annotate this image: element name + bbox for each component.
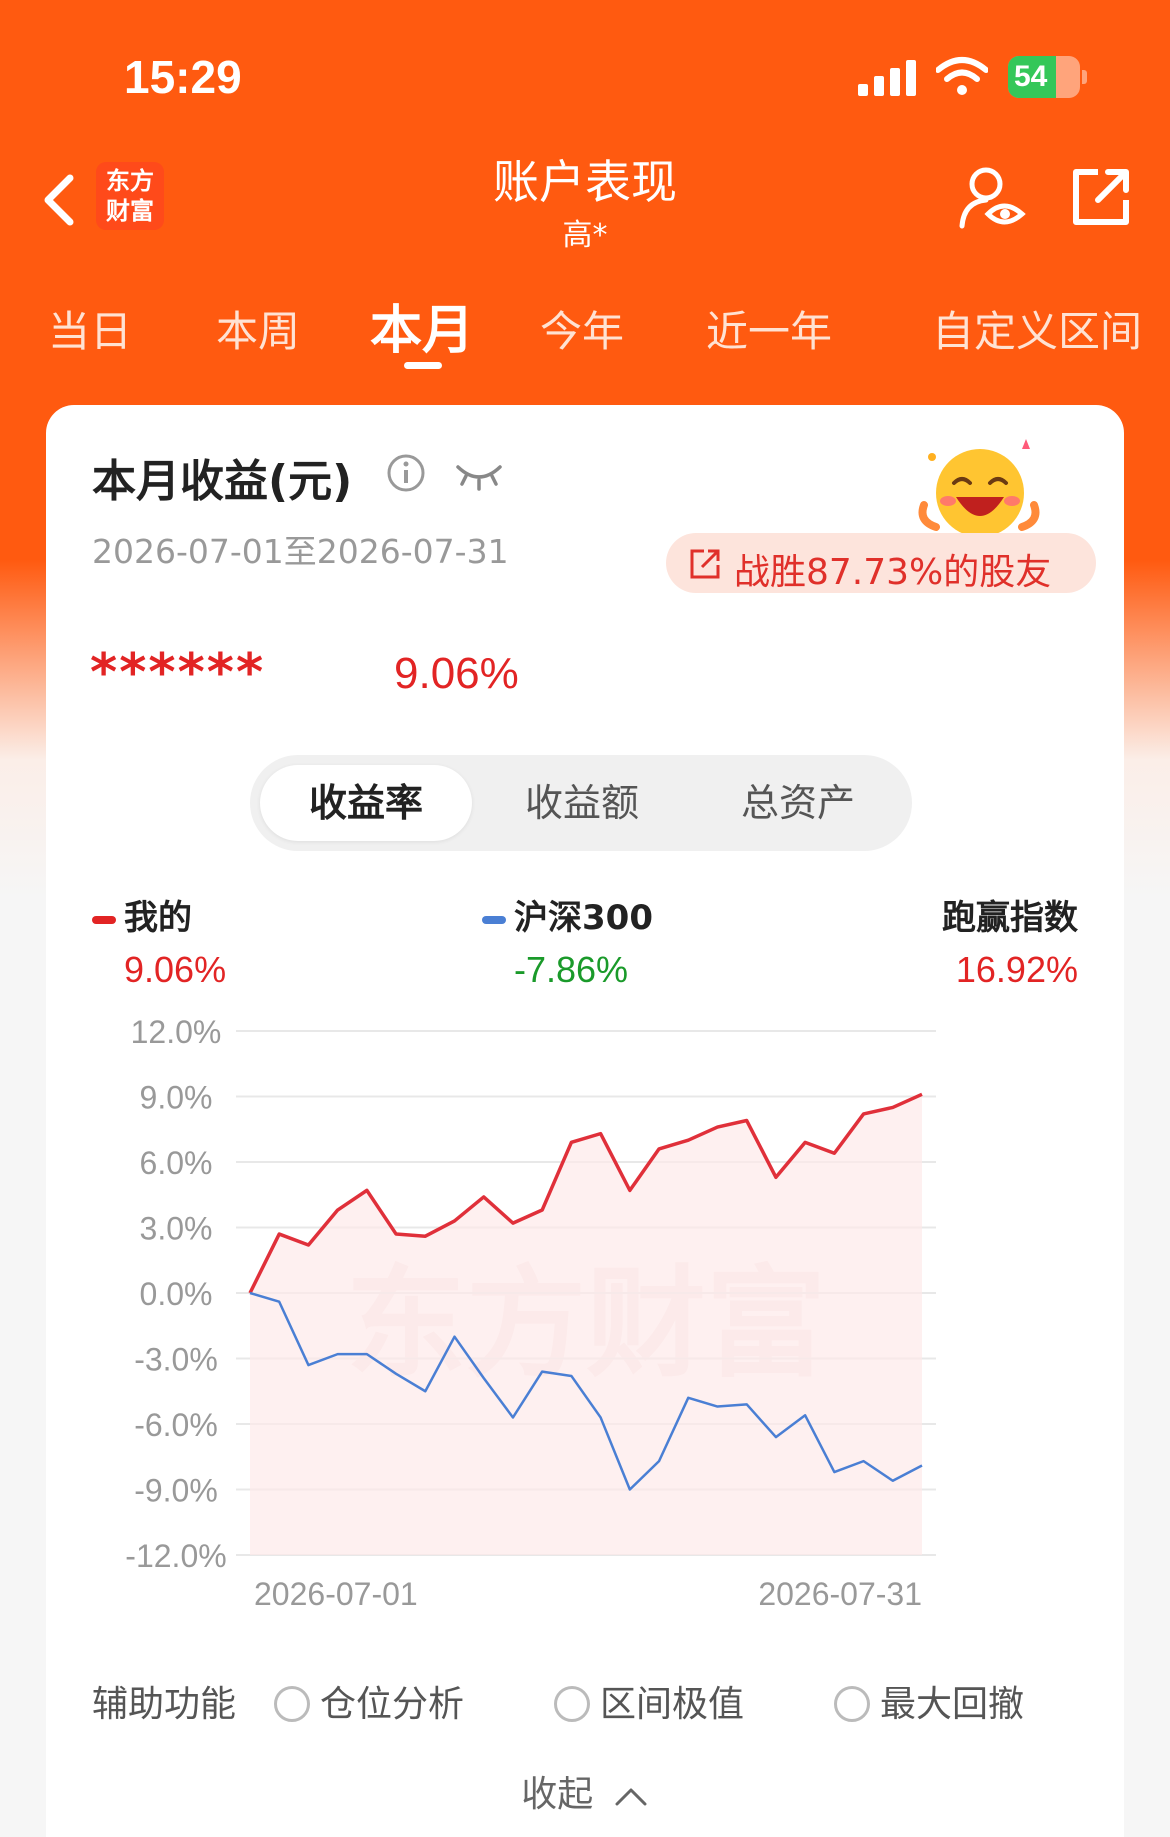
x-tick-label: 2026-07-01 <box>254 1576 418 1612</box>
beat-peers-text: 战胜87.73%的股友 <box>734 552 1052 593</box>
x-tick-label: 2026-07-31 <box>758 1576 922 1612</box>
wifi-icon <box>936 57 988 95</box>
laughing-emoji-icon <box>918 439 1040 537</box>
collapse-button[interactable]: 收起 <box>46 1765 1124 1817</box>
legend-outperform-label: 跑赢指数 <box>942 898 1078 938</box>
mine-area-fill <box>250 1094 922 1555</box>
legend-csi300-value: -7.86% <box>514 949 629 990</box>
y-tick-label: -3.0% <box>134 1342 218 1378</box>
active-tab-indicator <box>404 362 442 369</box>
return-chart: 东方财富12.0%9.0%6.0%3.0%0.0%-3.0%-6.0%-9.0%… <box>125 1014 936 1612</box>
aux-max-drawdown[interactable]: 最大回撤 <box>834 1675 1024 1727</box>
y-tick-label: 6.0% <box>140 1145 213 1181</box>
legend-outperform-value: 16.92% <box>955 949 1078 990</box>
aux-position-analysis[interactable]: 仓位分析 <box>274 1675 464 1727</box>
aux-range-extremes[interactable]: 区间极值 <box>554 1675 744 1727</box>
status-bar: 15:29 54 <box>0 0 1170 140</box>
radio-icon <box>274 1686 310 1722</box>
share-icon[interactable] <box>1068 164 1134 230</box>
aux-range-extremes-label: 区间极值 <box>600 1684 745 1725</box>
y-tick-label: 3.0% <box>140 1211 213 1247</box>
y-tick-label: 12.0% <box>131 1014 222 1050</box>
return-percentage: 9.06% <box>394 649 519 698</box>
aux-max-drawdown-label: 最大回撤 <box>880 1684 1025 1725</box>
aux-position-analysis-label: 仓位分析 <box>320 1684 465 1725</box>
nav-bar: 东方 财富 账户表现 高* <box>0 140 1170 260</box>
y-tick-label: -9.0% <box>134 1473 218 1509</box>
status-time: 15:29 <box>124 51 242 103</box>
battery-level: 54 <box>1014 60 1048 93</box>
performance-card: 本月收益(元) 2026-07-01至2026-07-31 战胜87.73%的股… <box>46 405 1124 1837</box>
legend-csi300: 沪深300 -7.86% <box>482 890 653 991</box>
masked-amount: ****** <box>90 643 266 703</box>
share-outline-icon <box>690 549 720 579</box>
legend-mine: 我的 9.06% <box>92 890 226 991</box>
legend-mine-value: 9.06% <box>124 949 227 990</box>
aux-label: 辅助功能 <box>92 1684 237 1725</box>
legend-csi300-label: 沪深300 <box>514 898 653 938</box>
seg-return-rate[interactable]: 收益率 <box>260 765 472 841</box>
chevron-up-icon <box>615 1788 647 1806</box>
y-tick-label: 0.0% <box>140 1276 213 1312</box>
date-range: 2026-07-01至2026-07-31 <box>92 532 509 571</box>
seg-total-assets[interactable]: 总资产 <box>692 765 904 841</box>
y-tick-label: 9.0% <box>140 1080 213 1116</box>
radio-icon <box>834 1686 870 1722</box>
battery-indicator: 54 <box>1008 56 1088 100</box>
aux-functions: 辅助功能 仓位分析 区间极值 最大回撤 <box>92 1667 1092 1727</box>
seg-return-amount[interactable]: 收益额 <box>476 765 688 841</box>
tab-year-to-date[interactable]: 今年 <box>540 298 624 359</box>
tab-custom-range[interactable]: 自定义区间 <box>932 298 1142 359</box>
legend-mine-label: 我的 <box>124 898 192 938</box>
radio-icon <box>554 1686 590 1722</box>
period-tabs: 当日 本周 本月 今年 近一年 自定义区间 <box>0 270 1170 380</box>
hide-amount-icon[interactable] <box>454 457 504 493</box>
card-title: 本月收益(元) <box>92 456 353 507</box>
tab-week[interactable]: 本周 <box>216 298 300 359</box>
beat-peers-badge[interactable]: 战胜87.73%的股友 <box>666 533 1096 593</box>
tab-today[interactable]: 当日 <box>48 298 132 359</box>
y-tick-label: -6.0% <box>134 1407 218 1443</box>
collapse-label: 收起 <box>521 1774 594 1815</box>
tab-last-year[interactable]: 近一年 <box>706 298 832 359</box>
metric-switch: 收益率 收益额 总资产 <box>250 755 912 851</box>
signal-icon <box>858 60 916 96</box>
tab-month[interactable]: 本月 <box>370 288 474 363</box>
y-tick-label: -12.0% <box>125 1538 226 1574</box>
user-eye-icon[interactable] <box>958 162 1028 232</box>
info-icon[interactable] <box>386 453 426 493</box>
legend-outperform: 跑赢指数 16.92% <box>942 890 1078 991</box>
